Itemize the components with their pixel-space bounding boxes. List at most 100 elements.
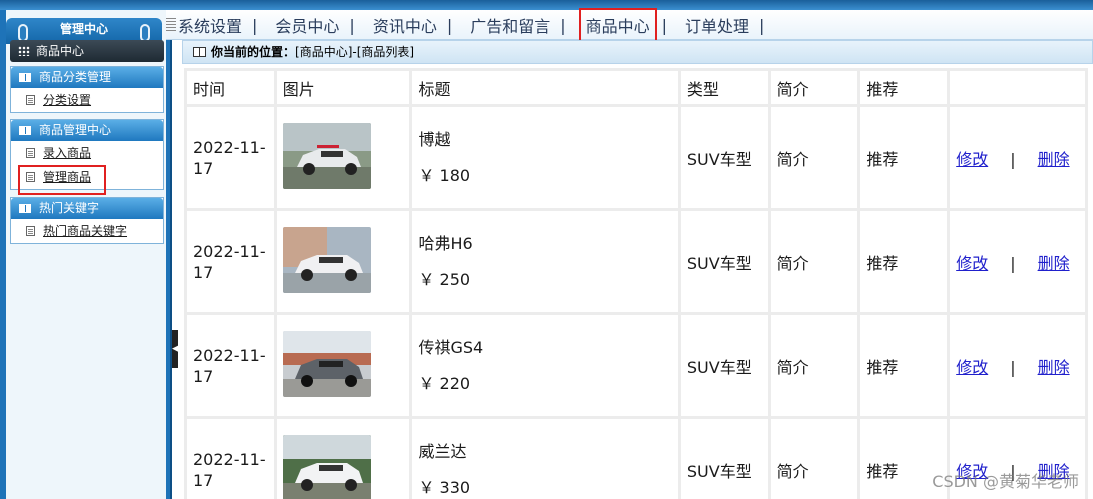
product-price: ￥ 250	[418, 269, 471, 289]
breadcrumb: 你当前的位置：[商品中心]-[商品列表]	[182, 40, 1093, 64]
book-icon	[19, 126, 31, 135]
sidebar-item-hot-keywords[interactable]: 热门商品关键字	[11, 219, 163, 243]
sidebar-link[interactable]: 录入商品	[43, 146, 91, 160]
cell-date: 2022-11-17	[187, 211, 274, 312]
sidebar-current-module[interactable]: 商品中心	[10, 40, 164, 62]
book-icon	[19, 204, 31, 213]
nav-separator: |	[560, 15, 566, 35]
nav-separator: |	[661, 15, 668, 35]
car-photo	[282, 434, 371, 499]
edit-link[interactable]: 修改	[956, 150, 988, 169]
section-title[interactable]: 商品分类管理	[11, 67, 163, 88]
cell-image	[276, 419, 410, 499]
document-icon	[26, 148, 35, 158]
col-header-time: 时间	[187, 71, 274, 104]
cell-title: 传祺GS4 ￥ 220	[412, 315, 678, 416]
cell-date: 2022-11-17	[187, 419, 274, 499]
product-table: 时间 图片 标题 类型 简介 推荐 2022-11-17 博越 ￥ 180 SUV…	[184, 68, 1088, 499]
sidebar-header-title: 管理中心	[59, 22, 108, 36]
car-photo	[282, 330, 371, 397]
col-header-actions	[950, 71, 1085, 104]
cell-title: 哈弗H6 ￥ 250	[412, 211, 678, 312]
col-header-title: 标题	[412, 71, 678, 104]
collapse-sidebar-handle[interactable]: ◀	[172, 330, 179, 368]
breadcrumb-label: 你当前的位置：	[211, 45, 296, 59]
table-row: 2022-11-17 博越 ￥ 180 SUV车型 简介 推荐 修改 | 删除	[187, 107, 1085, 208]
product-price: ￥ 330	[418, 477, 471, 497]
table-header-row: 时间 图片 标题 类型 简介 推荐	[187, 71, 1085, 104]
nav-item-system-settings[interactable]: 系统设置	[178, 13, 252, 37]
car-photo	[282, 122, 371, 189]
product-title: 威兰达	[418, 441, 467, 461]
nav-item-orders[interactable]: 订单处理	[685, 13, 759, 37]
watermark: CSDN @黄菊华老师	[932, 472, 1079, 491]
grip-icon	[166, 18, 176, 32]
document-icon	[26, 95, 35, 105]
sidebar: 管理中心 商品中心 商品分类管理 分类设置 商品管理中心 录入商品 管理商品 热…	[0, 10, 172, 499]
section-title[interactable]: 商品管理中心	[11, 120, 163, 141]
grid-icon	[18, 46, 30, 56]
cell-date: 2022-11-17	[187, 315, 274, 416]
cell-intro: 简介	[770, 211, 858, 312]
cell-intro: 简介	[770, 315, 858, 416]
sidebar-section-keywords: 热门关键字 热门商品关键字	[10, 197, 164, 244]
delete-link[interactable]: 删除	[1038, 150, 1070, 169]
nav-separator: |	[252, 15, 258, 35]
cell-intro: 简介	[770, 107, 858, 208]
cell-image	[276, 107, 410, 208]
cell-intro: 简介	[770, 419, 858, 499]
cell-title: 威兰达 ￥ 330	[412, 419, 678, 499]
cell-title: 博越 ￥ 180	[412, 107, 678, 208]
sidebar-item-add-product[interactable]: 录入商品	[11, 141, 163, 165]
cell-type: SUV车型	[680, 419, 768, 499]
cell-actions: 修改 | 删除	[950, 107, 1085, 208]
top-nav: 系统设置 | 会员中心 | 资讯中心 | 广告和留言 | 商品中心 | 订单处理 |	[166, 8, 1093, 42]
breadcrumb-path: [商品中心]-[商品列表]	[295, 45, 415, 59]
cell-actions: 修改 | 删除	[950, 315, 1085, 416]
product-title: 哈弗H6	[418, 233, 473, 253]
nav-item-members[interactable]: 会员中心	[275, 13, 349, 37]
highlight-box	[18, 165, 106, 195]
product-title: 传祺GS4	[418, 337, 484, 357]
cell-recommend: 推荐	[860, 315, 948, 416]
nav-menu: 系统设置 | 会员中心 | 资讯中心 | 广告和留言 | 商品中心 | 订单处理 |	[178, 8, 782, 42]
nav-item-products[interactable]: 商品中心	[578, 8, 657, 42]
sidebar-link[interactable]: 热门商品关键字	[43, 224, 127, 238]
sidebar-link[interactable]: 分类设置	[43, 93, 91, 107]
cell-recommend: 推荐	[860, 211, 948, 312]
car-photo	[282, 226, 371, 293]
col-header-image: 图片	[276, 71, 410, 104]
section-title[interactable]: 热门关键字	[11, 198, 163, 219]
edit-link[interactable]: 修改	[956, 358, 988, 377]
sidebar-item-category-settings[interactable]: 分类设置	[11, 88, 163, 112]
col-header-intro: 简介	[770, 71, 858, 104]
top-strip	[0, 0, 1093, 10]
cell-date: 2022-11-17	[187, 107, 274, 208]
col-header-recommend: 推荐	[860, 71, 948, 104]
cell-recommend: 推荐	[860, 107, 948, 208]
col-header-type: 类型	[680, 71, 768, 104]
cell-type: SUV车型	[680, 315, 768, 416]
product-price: ￥ 180	[418, 165, 471, 185]
product-price: ￥ 220	[418, 373, 471, 393]
cell-actions: 修改 | 删除	[950, 211, 1085, 312]
cell-type: SUV车型	[680, 211, 768, 312]
delete-link[interactable]: 删除	[1038, 254, 1070, 273]
nav-item-ads-messages[interactable]: 广告和留言	[470, 13, 560, 37]
edit-link[interactable]: 修改	[956, 254, 988, 273]
table-row: 2022-11-17 传祺GS4 ￥ 220 SUV车型 简介 推荐 修改 | 删除	[187, 315, 1085, 416]
cell-image	[276, 211, 410, 312]
window-icon	[193, 47, 206, 57]
sidebar-current-label: 商品中心	[36, 44, 85, 58]
delete-link[interactable]: 删除	[1038, 358, 1070, 377]
product-title: 博越	[418, 129, 451, 149]
book-icon	[19, 73, 31, 82]
nav-separator: |	[759, 15, 765, 35]
document-icon	[26, 226, 35, 236]
nav-separator: |	[349, 15, 355, 35]
cell-image	[276, 315, 410, 416]
cell-type: SUV车型	[680, 107, 768, 208]
nav-item-news[interactable]: 资讯中心	[373, 13, 447, 37]
sidebar-section-category: 商品分类管理 分类设置	[10, 66, 164, 113]
nav-separator: |	[446, 15, 453, 35]
